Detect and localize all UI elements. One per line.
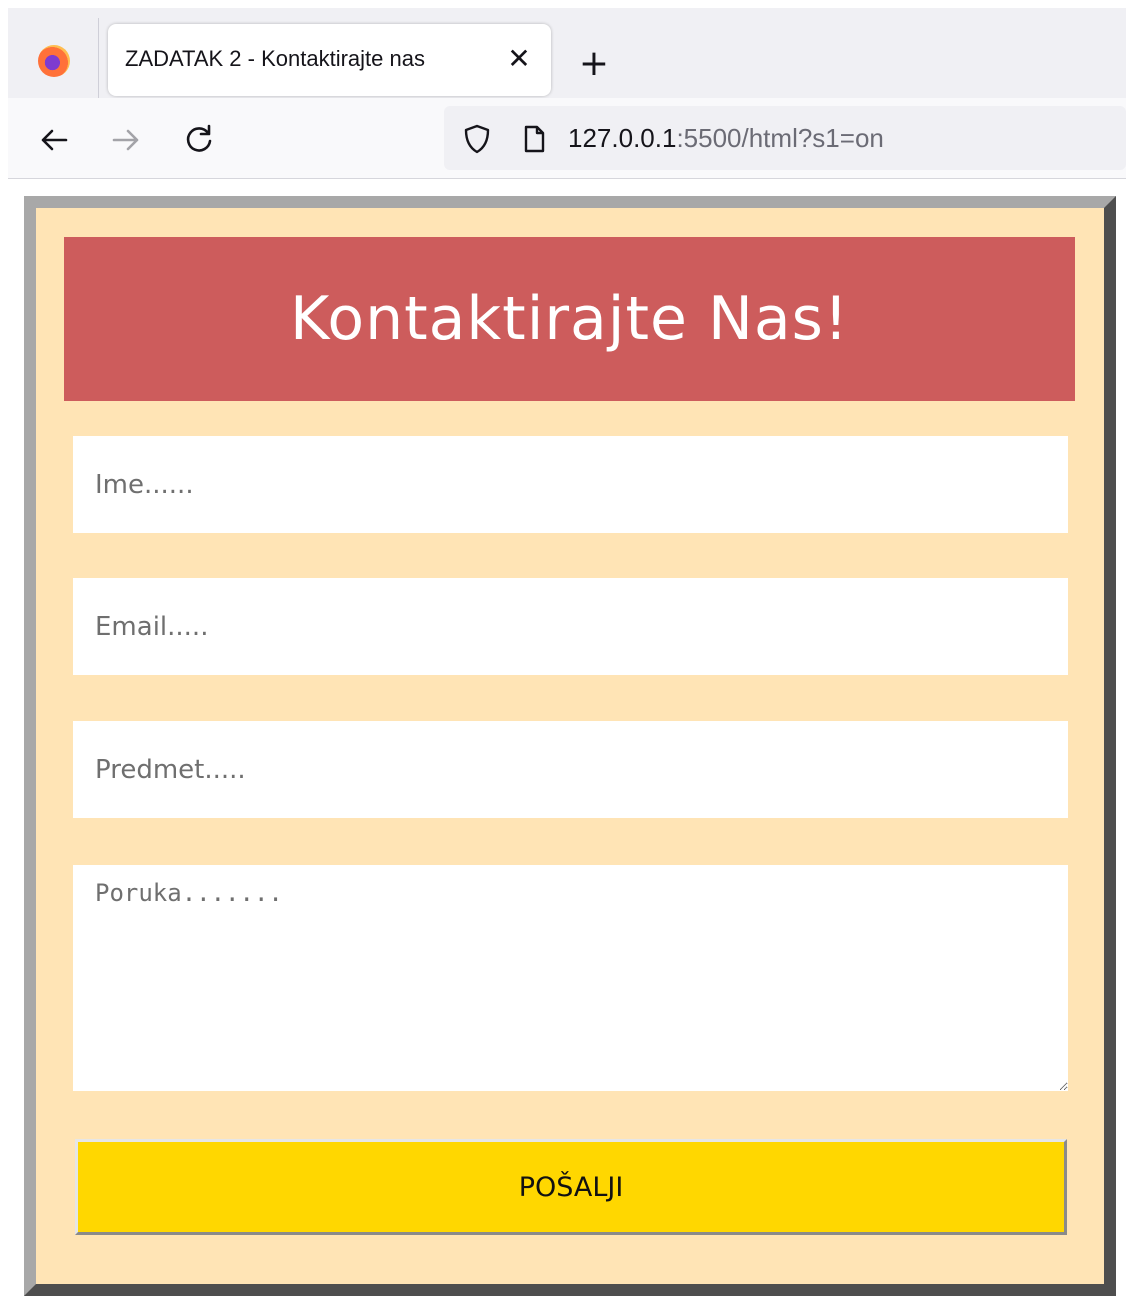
back-button[interactable] <box>34 120 74 160</box>
url-path: :5500/html?s1=on <box>676 123 884 153</box>
page-icon <box>524 125 545 153</box>
close-icon[interactable]: ✕ <box>504 44 534 74</box>
submit-button[interactable]: POŠALJI <box>75 1139 1067 1235</box>
firefox-logo-icon[interactable] <box>38 45 70 77</box>
shield-icon[interactable] <box>461 123 493 155</box>
arrow-right-icon <box>112 129 139 151</box>
new-tab-button[interactable]: + <box>574 44 614 84</box>
browser-tab-active[interactable]: ZADATAK 2 - Kontaktirajte nas ✕ <box>108 24 551 96</box>
arrow-left-icon <box>41 129 68 151</box>
forward-button[interactable] <box>106 120 146 160</box>
name-input[interactable] <box>73 436 1068 533</box>
address-bar[interactable]: 127.0.0.1:5500/html?s1=on <box>444 106 1126 170</box>
url-text[interactable]: 127.0.0.1:5500/html?s1=on <box>568 123 884 154</box>
reload-icon <box>186 124 212 152</box>
page-title: Kontaktirajte Nas! <box>290 284 849 354</box>
reload-button[interactable] <box>179 120 219 160</box>
email-input[interactable] <box>73 578 1068 675</box>
url-host: 127.0.0.1 <box>568 123 677 153</box>
form-header: Kontaktirajte Nas! <box>64 237 1075 401</box>
subject-input[interactable] <box>73 721 1068 818</box>
browser-tab-strip: ZADATAK 2 - Kontaktirajte nas ✕ + <box>8 8 1126 104</box>
tab-title: ZADATAK 2 - Kontaktirajte nas <box>125 46 425 71</box>
browser-navigation-toolbar: 127.0.0.1:5500/html?s1=on <box>8 98 1126 179</box>
message-textarea[interactable] <box>73 865 1068 1091</box>
contact-form-container: Kontaktirajte Nas! POŠALJI <box>24 196 1116 1296</box>
tab-separator <box>98 18 99 104</box>
